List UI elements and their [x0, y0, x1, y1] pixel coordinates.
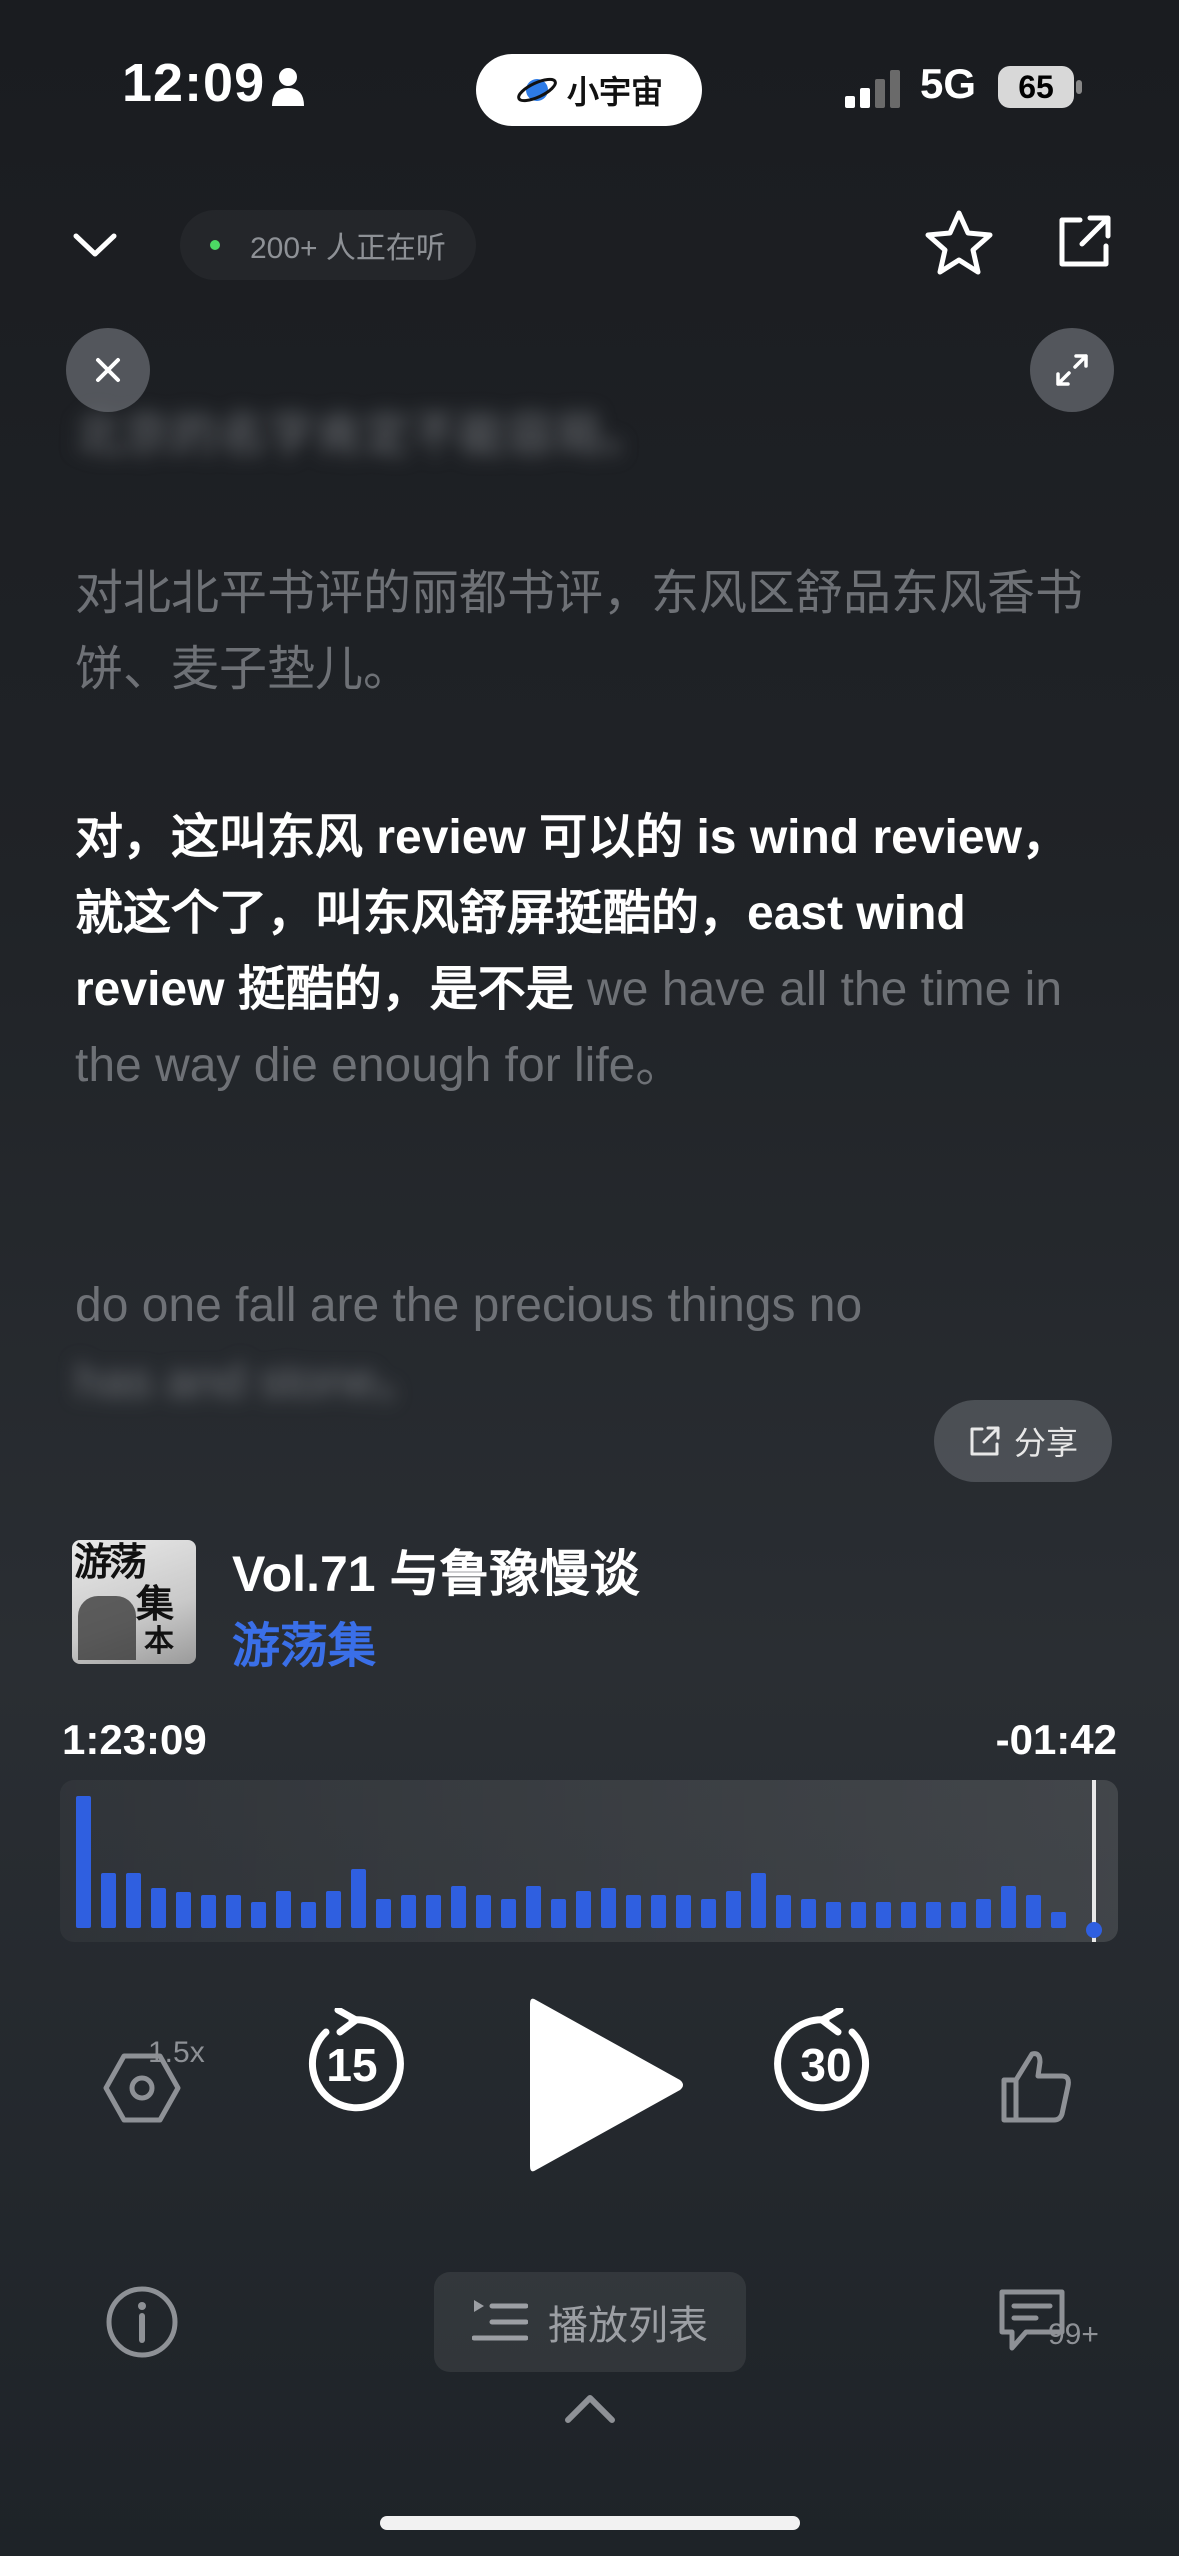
blurred-top-text: 北京的名字肯定不能容局。 — [75, 409, 652, 462]
waveform-bar — [501, 1899, 516, 1928]
network-type: 5G — [920, 60, 977, 107]
waveform-bar — [226, 1895, 241, 1928]
waveform-bar — [351, 1869, 366, 1928]
playlist-button[interactable]: 播放列表 — [434, 2272, 746, 2372]
waveform-bar — [301, 1902, 316, 1928]
waveform-bar — [701, 1899, 716, 1928]
star-icon[interactable] — [924, 208, 994, 278]
waveform-bar — [476, 1895, 491, 1928]
share-transcript-button[interactable]: 分享 — [934, 1400, 1112, 1482]
playhead[interactable] — [1092, 1780, 1096, 1942]
waveform-bar — [251, 1902, 266, 1928]
waveform-bar — [151, 1888, 166, 1928]
show-name-link[interactable]: 游荡集 — [232, 1606, 376, 1676]
transcript-line[interactable]: do one fall are the precious things no — [75, 1268, 1115, 1344]
waveform-bar — [776, 1895, 791, 1928]
waveform-bar — [426, 1895, 441, 1928]
waveform-bar — [576, 1891, 591, 1928]
waveform-bar — [126, 1873, 141, 1928]
waveform-bar — [976, 1899, 991, 1928]
waveform-bar — [1051, 1912, 1066, 1928]
close-icon — [96, 358, 120, 382]
waveform-bar — [901, 1902, 916, 1928]
waveform-bar — [376, 1899, 391, 1928]
close-transcript-button[interactable] — [66, 328, 150, 412]
waveform-bar — [326, 1891, 341, 1928]
playlist-label: 播放列表 — [548, 2304, 708, 2348]
waveform-bar — [851, 1902, 866, 1928]
remaining-time: -01:42 — [995, 1716, 1117, 1763]
waveform-bar — [551, 1899, 566, 1928]
live-dot — [210, 240, 220, 250]
share-icon[interactable] — [1054, 212, 1114, 272]
info-icon[interactable] — [104, 2284, 180, 2360]
waveform-bar — [926, 1902, 941, 1928]
battery-cap — [1076, 80, 1082, 94]
waveform-bar — [826, 1902, 841, 1928]
chevron-up-icon[interactable] — [562, 2390, 618, 2426]
waveform-bar — [751, 1873, 766, 1928]
waveform-bar — [1001, 1886, 1016, 1928]
cover-text: 集 — [136, 1581, 175, 1626]
cover-figure — [78, 1596, 136, 1660]
home-indicator[interactable] — [380, 2516, 800, 2530]
cover-text: 本 — [144, 1624, 174, 1659]
planet-icon — [517, 77, 557, 103]
status-time: 12:09 — [122, 53, 266, 113]
expand-transcript-button[interactable] — [1030, 328, 1114, 412]
forward-seconds: 30 — [800, 2039, 852, 2091]
waveform-bar — [201, 1895, 216, 1928]
share-label: 分享 — [1013, 1425, 1078, 1461]
rewind-seconds: 15 — [326, 2039, 378, 2091]
listener-count: 200+ 人正在听 — [180, 210, 476, 280]
app-pill-label: 小宇宙 — [566, 74, 663, 110]
chevron-down-icon[interactable] — [70, 220, 120, 270]
waveform-bar — [276, 1891, 291, 1928]
thumbs-up-icon[interactable] — [996, 2046, 1076, 2126]
waveform-bar — [801, 1899, 816, 1928]
waveform-bar — [451, 1886, 466, 1928]
forward-30-button[interactable]: 30 — [770, 2008, 882, 2120]
transcript-line-active[interactable]: 对，这叫东风 review 可以的 is wind review，就这个了，叫东… — [75, 800, 1115, 1104]
waveform-bar — [876, 1902, 891, 1928]
transcript-line[interactable]: 对北北平书评的丽都书评，东风区舒品东风香书饼、麦子垫儿。 — [75, 556, 1115, 708]
waveform-bar — [76, 1796, 91, 1928]
expand-icon — [1056, 354, 1088, 386]
waveform-bar — [626, 1895, 641, 1928]
waveform-bar — [601, 1888, 616, 1928]
episode-title: Vol.71 与鲁豫慢谈 — [232, 1546, 640, 1602]
waveform-bar — [401, 1895, 416, 1928]
waveform-bar — [101, 1873, 116, 1928]
waveform-scrubber[interactable] — [60, 1780, 1118, 1942]
transcript-line-blurred-top: 北京的名字肯定不能容局。 — [75, 322, 1115, 474]
waveform-bar — [526, 1886, 541, 1928]
listener-count-label: 200+ 人正在听 — [250, 232, 446, 265]
episode-cover[interactable]: 游荡 集 本 — [72, 1540, 196, 1664]
playlist-icon — [472, 2300, 528, 2341]
waveform-bar — [726, 1891, 741, 1928]
share-icon — [970, 1426, 1000, 1456]
elapsed-time: 1:23:09 — [62, 1716, 207, 1763]
cover-text: 游荡 — [74, 1540, 147, 1584]
rewind-15-button[interactable]: 15 — [296, 2008, 408, 2120]
comment-count: 99+ — [1048, 2318, 1099, 2351]
playhead-handle[interactable] — [1086, 1922, 1102, 1938]
signal-icon — [845, 70, 900, 108]
waveform-bar — [676, 1895, 691, 1928]
speed-label[interactable]: 1.5x — [148, 2036, 205, 2070]
waveform-bar — [951, 1902, 966, 1928]
waveform-bar — [651, 1895, 666, 1928]
battery-indicator: 65 — [998, 66, 1074, 108]
waveform-bar — [1026, 1895, 1041, 1928]
waveform-bar — [176, 1892, 191, 1928]
person-icon — [272, 68, 304, 106]
app-pill[interactable]: 小宇宙 — [476, 54, 702, 126]
play-icon[interactable] — [520, 1990, 690, 2180]
blurred-placeholder-line — [75, 322, 1115, 398]
waveform-bars — [76, 1788, 1066, 1928]
